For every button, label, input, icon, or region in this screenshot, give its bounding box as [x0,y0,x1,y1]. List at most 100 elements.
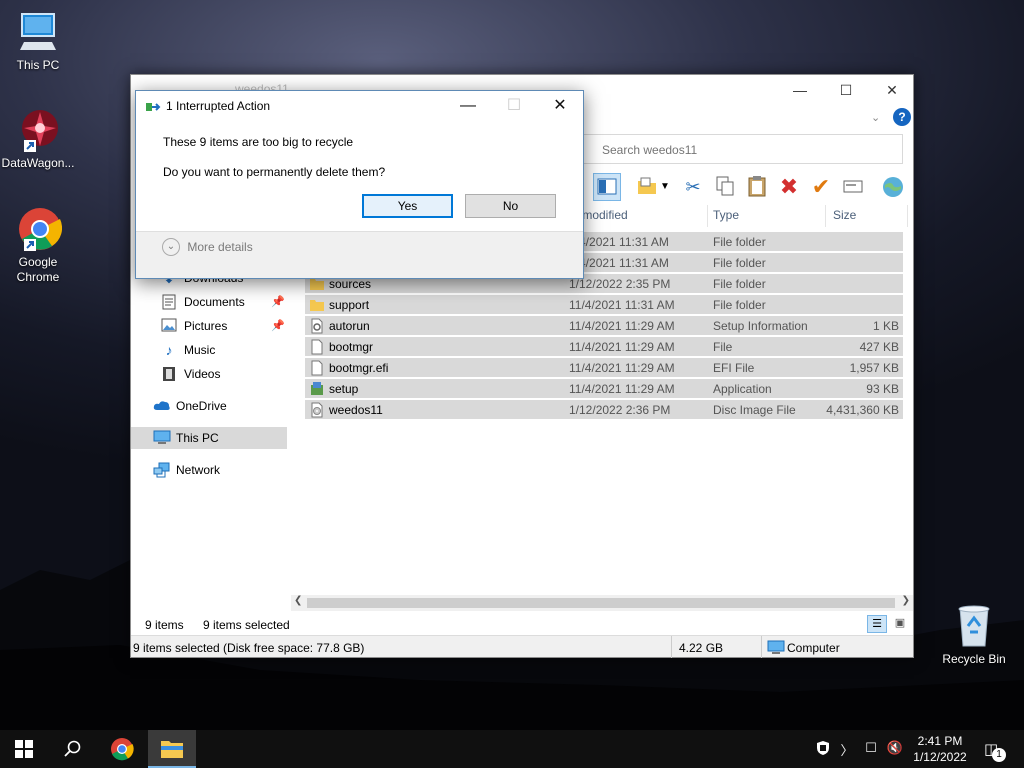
search-button[interactable] [48,730,96,768]
new-folder-icon[interactable] [633,173,661,201]
nav-item-label: Documents [184,295,245,309]
file-name: support [329,298,370,312]
network-icon [153,462,170,478]
nav-item-network[interactable]: Network [131,459,287,481]
checkmark-icon[interactable]: ✔ [807,173,835,201]
status-total-size: 4.22 GB [679,641,724,655]
dialog-title: 1 Interrupted Action [166,99,271,113]
help-icon[interactable]: ? [893,108,911,126]
file-date: 11/4/2021 11:29 AM [569,340,675,354]
taskbar-clock[interactable]: 2:41 PM 1/12/2022 [905,733,975,765]
search-box[interactable] [583,134,903,164]
start-button[interactable] [0,730,48,768]
nav-item-onedrive[interactable]: OneDrive [131,395,287,417]
desktop-icon-recycle-bin[interactable]: Recycle Bin [936,602,1012,667]
nav-item-documents[interactable]: Documents 📌 [131,291,287,313]
dialog-message: These 9 items are too big to recycle [163,135,354,149]
security-shield-icon[interactable] [813,740,833,758]
desktop-icon-label: Recycle Bin [942,652,1006,666]
item-count: 9 items [145,618,184,632]
chevron-down-icon[interactable]: ⌄ [871,111,880,124]
column-header-size[interactable]: Size [833,208,856,222]
file-size: 1,957 KB [849,361,899,375]
scroll-left-arrow-icon[interactable]: ❮ [294,595,302,606]
file-row[interactable]: autorun 11/4/2021 11:29 AM Setup Informati… [305,315,903,335]
nav-item-videos[interactable]: Videos [131,363,287,385]
file-type: Disc Image File [713,403,796,417]
file-date: 1/12/2022 2:35 PM [569,277,671,291]
desktop-icon-datawagon[interactable]: DataWagon... [0,106,76,171]
close-button[interactable]: ✕ [869,75,915,105]
details-view-icon[interactable]: ☰ [867,615,887,633]
clock-time: 2:41 PM [917,734,963,748]
maximize-button[interactable]: ☐ [823,75,869,105]
file-date: 11/4/2021 11:29 AM [569,319,675,333]
dropdown-arrow-icon[interactable]: ▼ [659,173,671,201]
file-row[interactable]: bootmgr.efi 11/4/2021 11:29 AM EFI File 1,9… [305,357,903,377]
interrupted-action-dialog: 1 Interrupted Action — ☐ ✕ These 9 items… [135,90,584,279]
desktop-icon-chrome[interactable]: Google Chrome [0,205,76,285]
volume-muted-icon[interactable]: 🔇 [885,740,905,758]
onedrive-icon [153,398,170,414]
copy-icon[interactable] [711,173,739,201]
dialog-minimize-button[interactable]: — [445,91,491,121]
cut-icon[interactable]: ✂ [679,173,707,201]
navigation-pane: ⬇ Downloads Documents 📌 Pictures 📌 ♪ Mus… [131,227,287,617]
file-size: 93 KB [866,382,899,396]
folder-icon [309,297,325,313]
large-icons-view-icon[interactable]: ▣ [891,615,909,633]
minimize-button[interactable]: — [777,75,823,105]
nav-item-label: Music [184,343,216,357]
column-header-type[interactable]: Type [713,208,739,222]
file-type: Setup Information [713,319,808,333]
desktop-icon-this-pc[interactable]: This PC [0,8,76,73]
dialog-close-button[interactable]: ✕ [537,91,583,121]
videos-icon [161,366,177,382]
yes-button[interactable]: Yes [362,194,453,218]
nav-item-pictures[interactable]: Pictures 📌 [131,315,287,337]
datawagon-icon [14,106,62,154]
preview-pane-icon[interactable] [593,173,621,201]
file-row[interactable]: weedos11 1/12/2022 2:36 PM Disc Image File… [305,399,903,419]
notification-center-button[interactable]: ◫ 1 [980,730,1024,768]
delete-icon[interactable]: ✖ [775,173,803,201]
file-row[interactable]: bootmgr 11/4/2021 11:29 AM File 427 KB [305,336,903,356]
more-details-label: More details [187,240,253,254]
pin-icon[interactable]: 📌 [271,319,285,332]
file-name: setup [329,382,359,396]
pictures-icon [161,318,177,334]
paste-icon[interactable] [743,173,771,201]
pin-icon[interactable]: 📌 [271,295,285,308]
more-details-toggle[interactable]: ⌄ More details [162,238,253,258]
rename-icon[interactable] [839,173,867,201]
dialog-titlebar[interactable]: 1 Interrupted Action — ☐ ✕ [136,91,583,121]
taskbar-chrome-button[interactable] [98,730,146,768]
file-type: File folder [713,277,766,291]
file-type: EFI File [713,361,755,375]
column-headers: te modified Type Size [567,205,913,227]
horizontal-scrollbar[interactable]: ❮ ❯ [291,595,913,611]
taskbar-file-explorer-button[interactable] [148,730,196,768]
file-name: weedos11 [329,403,383,417]
file-size: 1 KB [872,319,899,333]
file-type: File folder [713,256,766,270]
selected-count: 9 items selected [203,618,290,632]
file-list: 1/4/2021 11:31 AM File folder 1/4/2021 11:… [305,231,903,623]
scrollbar-thumb[interactable] [307,598,895,608]
nav-item-music[interactable]: ♪ Music [131,339,287,361]
file-name: bootmgr.efi [329,361,389,375]
dialog-footer: ⌄ More details [136,231,583,278]
file-row[interactable]: support 11/4/2021 11:31 AM File folder [305,294,903,314]
network-icon[interactable]: ☐ [861,740,881,758]
chrome-icon [14,205,63,253]
no-button[interactable]: No [465,194,556,218]
status-location: Computer [787,641,840,655]
file-row[interactable]: setup 11/4/2021 11:29 AM Application 93 KB [305,378,903,398]
scroll-right-arrow-icon[interactable]: ❯ [902,595,910,606]
desktop-icon-label: This PC [16,58,60,72]
network-disconnected-icon[interactable]: 〉 [837,740,857,758]
nav-item-this-pc[interactable]: This PC [131,427,287,449]
monitor-icon [153,430,171,446]
search-input[interactable] [602,141,892,159]
properties-globe-icon[interactable] [879,173,907,201]
